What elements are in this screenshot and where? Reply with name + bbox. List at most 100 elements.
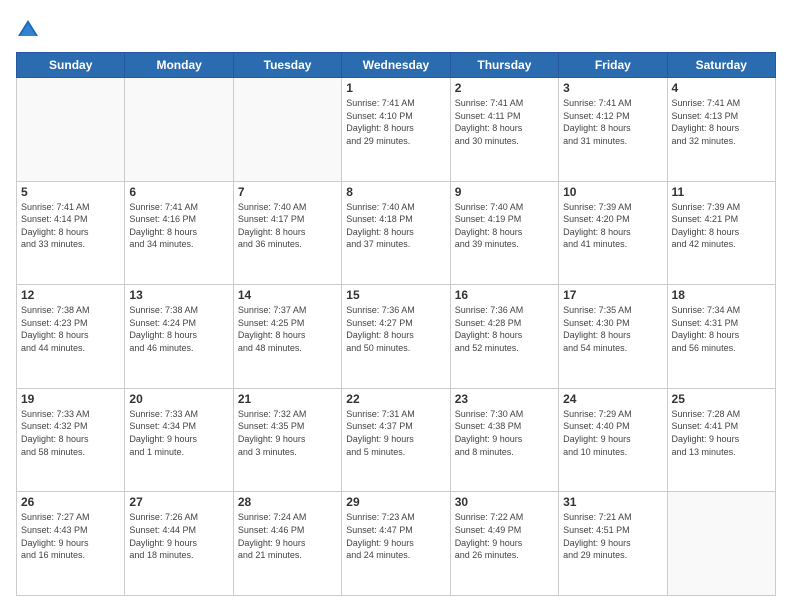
calendar-cell: 2 Sunrise: 7:41 AM Sunset: 4:11 PM Daylig…: [450, 78, 558, 182]
day-info: Sunrise: 7:37 AM Sunset: 4:25 PM Dayligh…: [238, 304, 337, 354]
day-number: 20: [129, 392, 228, 406]
calendar-header-row: SundayMondayTuesdayWednesdayThursdayFrid…: [17, 53, 776, 78]
calendar-cell: [233, 78, 341, 182]
day-number: 30: [455, 495, 554, 509]
calendar-cell: [17, 78, 125, 182]
calendar-week-row: 12 Sunrise: 7:38 AM Sunset: 4:23 PM Dayli…: [17, 285, 776, 389]
calendar-cell: 22 Sunrise: 7:31 AM Sunset: 4:37 PM Dayli…: [342, 388, 450, 492]
calendar-cell: 25Sunrise: 7:28 AM Sunset: 4:41 PM Dayli…: [667, 388, 775, 492]
calendar-cell: 23 Sunrise: 7:30 AM Sunset: 4:38 PM Dayli…: [450, 388, 558, 492]
day-number: 17: [563, 288, 662, 302]
calendar-cell: 28 Sunrise: 7:24 AM Sunset: 4:46 PM Dayli…: [233, 492, 341, 596]
calendar-cell: 12 Sunrise: 7:38 AM Sunset: 4:23 PM Dayli…: [17, 285, 125, 389]
calendar-cell: 3 Sunrise: 7:41 AM Sunset: 4:12 PM Daylig…: [559, 78, 667, 182]
day-info: Sunrise: 7:23 AM Sunset: 4:47 PM Dayligh…: [346, 511, 445, 561]
calendar-cell: 21 Sunrise: 7:32 AM Sunset: 4:35 PM Dayli…: [233, 388, 341, 492]
calendar-cell: 26 Sunrise: 7:27 AM Sunset: 4:43 PM Dayli…: [17, 492, 125, 596]
day-info: Sunrise: 7:41 AM Sunset: 4:12 PM Dayligh…: [563, 97, 662, 147]
logo: [16, 16, 44, 42]
calendar-cell: 13 Sunrise: 7:38 AM Sunset: 4:24 PM Dayli…: [125, 285, 233, 389]
day-info: Sunrise: 7:33 AM Sunset: 4:34 PM Dayligh…: [129, 408, 228, 458]
day-info: Sunrise: 7:21 AM Sunset: 4:51 PM Dayligh…: [563, 511, 662, 561]
day-number: 27: [129, 495, 228, 509]
day-number: 5: [21, 185, 120, 199]
day-number: 9: [455, 185, 554, 199]
weekday-header: Tuesday: [233, 53, 341, 78]
weekday-header: Sunday: [17, 53, 125, 78]
day-info: Sunrise: 7:31 AM Sunset: 4:37 PM Dayligh…: [346, 408, 445, 458]
header: [16, 16, 776, 42]
calendar-cell: 20 Sunrise: 7:33 AM Sunset: 4:34 PM Dayli…: [125, 388, 233, 492]
day-info: Sunrise: 7:41 AM Sunset: 4:10 PM Dayligh…: [346, 97, 445, 147]
day-number: 28: [238, 495, 337, 509]
calendar-week-row: 19Sunrise: 7:33 AM Sunset: 4:32 PM Dayli…: [17, 388, 776, 492]
calendar-cell: 18 Sunrise: 7:34 AM Sunset: 4:31 PM Dayli…: [667, 285, 775, 389]
day-info: Sunrise: 7:41 AM Sunset: 4:16 PM Dayligh…: [129, 201, 228, 251]
day-info: Sunrise: 7:39 AM Sunset: 4:20 PM Dayligh…: [563, 201, 662, 251]
day-info: Sunrise: 7:24 AM Sunset: 4:46 PM Dayligh…: [238, 511, 337, 561]
day-number: 12: [21, 288, 120, 302]
calendar-cell: 9 Sunrise: 7:40 AM Sunset: 4:19 PM Daylig…: [450, 181, 558, 285]
calendar-cell: 1 Sunrise: 7:41 AM Sunset: 4:10 PM Daylig…: [342, 78, 450, 182]
day-number: 8: [346, 185, 445, 199]
day-info: Sunrise: 7:30 AM Sunset: 4:38 PM Dayligh…: [455, 408, 554, 458]
day-info: Sunrise: 7:34 AM Sunset: 4:31 PM Dayligh…: [672, 304, 771, 354]
day-info: Sunrise: 7:40 AM Sunset: 4:19 PM Dayligh…: [455, 201, 554, 251]
day-info: Sunrise: 7:38 AM Sunset: 4:24 PM Dayligh…: [129, 304, 228, 354]
day-number: 6: [129, 185, 228, 199]
calendar-cell: 10 Sunrise: 7:39 AM Sunset: 4:20 PM Dayli…: [559, 181, 667, 285]
calendar-cell: [125, 78, 233, 182]
day-info: Sunrise: 7:28 AM Sunset: 4:41 PM Dayligh…: [672, 408, 771, 458]
weekday-header: Saturday: [667, 53, 775, 78]
calendar-cell: 30 Sunrise: 7:22 AM Sunset: 4:49 PM Dayli…: [450, 492, 558, 596]
day-info: Sunrise: 7:41 AM Sunset: 4:13 PM Dayligh…: [672, 97, 771, 147]
day-number: 16: [455, 288, 554, 302]
calendar-cell: 17 Sunrise: 7:35 AM Sunset: 4:30 PM Dayli…: [559, 285, 667, 389]
day-number: 7: [238, 185, 337, 199]
day-info: Sunrise: 7:22 AM Sunset: 4:49 PM Dayligh…: [455, 511, 554, 561]
day-number: 11: [672, 185, 771, 199]
calendar-cell: 5Sunrise: 7:41 AM Sunset: 4:14 PM Daylig…: [17, 181, 125, 285]
day-info: Sunrise: 7:33 AM Sunset: 4:32 PM Dayligh…: [21, 408, 120, 458]
calendar-cell: 16 Sunrise: 7:36 AM Sunset: 4:28 PM Dayli…: [450, 285, 558, 389]
day-info: Sunrise: 7:36 AM Sunset: 4:27 PM Dayligh…: [346, 304, 445, 354]
day-number: 13: [129, 288, 228, 302]
day-number: 3: [563, 81, 662, 95]
day-number: 2: [455, 81, 554, 95]
logo-icon: [16, 18, 40, 42]
day-info: Sunrise: 7:39 AM Sunset: 4:21 PM Dayligh…: [672, 201, 771, 251]
calendar-cell: 11 Sunrise: 7:39 AM Sunset: 4:21 PM Dayli…: [667, 181, 775, 285]
calendar-cell: 19Sunrise: 7:33 AM Sunset: 4:32 PM Dayli…: [17, 388, 125, 492]
day-number: 4: [672, 81, 771, 95]
day-info: Sunrise: 7:32 AM Sunset: 4:35 PM Dayligh…: [238, 408, 337, 458]
day-number: 1: [346, 81, 445, 95]
day-info: Sunrise: 7:41 AM Sunset: 4:11 PM Dayligh…: [455, 97, 554, 147]
calendar-week-row: 1 Sunrise: 7:41 AM Sunset: 4:10 PM Daylig…: [17, 78, 776, 182]
day-number: 18: [672, 288, 771, 302]
calendar-week-row: 5Sunrise: 7:41 AM Sunset: 4:14 PM Daylig…: [17, 181, 776, 285]
day-info: Sunrise: 7:27 AM Sunset: 4:43 PM Dayligh…: [21, 511, 120, 561]
calendar-cell: 6 Sunrise: 7:41 AM Sunset: 4:16 PM Daylig…: [125, 181, 233, 285]
weekday-header: Wednesday: [342, 53, 450, 78]
weekday-header: Thursday: [450, 53, 558, 78]
day-number: 14: [238, 288, 337, 302]
calendar-cell: 7Sunrise: 7:40 AM Sunset: 4:17 PM Daylig…: [233, 181, 341, 285]
day-number: 22: [346, 392, 445, 406]
day-number: 23: [455, 392, 554, 406]
day-info: Sunrise: 7:40 AM Sunset: 4:18 PM Dayligh…: [346, 201, 445, 251]
day-number: 21: [238, 392, 337, 406]
day-number: 31: [563, 495, 662, 509]
day-number: 10: [563, 185, 662, 199]
weekday-header: Friday: [559, 53, 667, 78]
page: SundayMondayTuesdayWednesdayThursdayFrid…: [0, 0, 792, 612]
calendar-cell: 31 Sunrise: 7:21 AM Sunset: 4:51 PM Dayli…: [559, 492, 667, 596]
day-info: Sunrise: 7:35 AM Sunset: 4:30 PM Dayligh…: [563, 304, 662, 354]
calendar-cell: 29Sunrise: 7:23 AM Sunset: 4:47 PM Dayli…: [342, 492, 450, 596]
day-number: 15: [346, 288, 445, 302]
day-info: Sunrise: 7:36 AM Sunset: 4:28 PM Dayligh…: [455, 304, 554, 354]
calendar-cell: 14 Sunrise: 7:37 AM Sunset: 4:25 PM Dayli…: [233, 285, 341, 389]
calendar-cell: 27Sunrise: 7:26 AM Sunset: 4:44 PM Dayli…: [125, 492, 233, 596]
day-number: 26: [21, 495, 120, 509]
day-info: Sunrise: 7:38 AM Sunset: 4:23 PM Dayligh…: [21, 304, 120, 354]
calendar-table: SundayMondayTuesdayWednesdayThursdayFrid…: [16, 52, 776, 596]
